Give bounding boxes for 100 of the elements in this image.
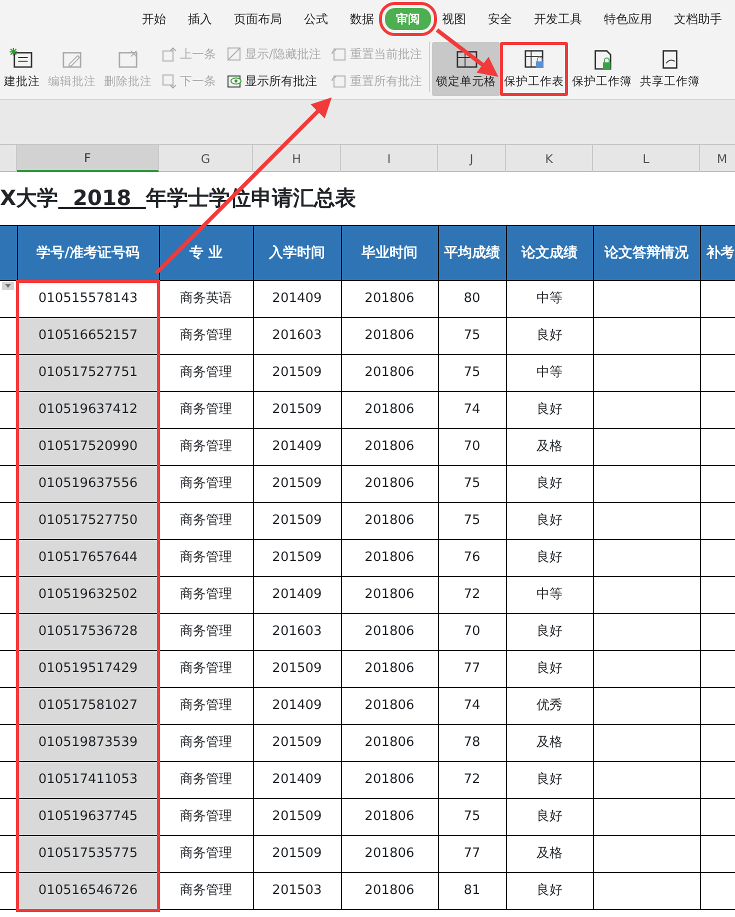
toolbar-button[interactable]: 保护工作簿 [568,42,636,96]
table-cell: 商务管理 [159,540,253,576]
table-cell[interactable]: 010517411053 [17,762,159,798]
table-cell: 74 [438,392,506,428]
comment-reset-icon [331,46,348,62]
ribbon-tab[interactable]: 开始 [131,8,177,30]
arrow-down-icon [161,73,177,89]
table-cell: 商务英语 [159,280,253,318]
table-cell: 201806 [341,724,438,762]
table-cell: 商务管理 [159,688,253,724]
column-header[interactable]: M [700,145,735,172]
table-cell[interactable]: 010519632502 [17,576,159,614]
table-cell: 201806 [341,688,438,724]
arrow-annotation [436,28,498,77]
table-cell: 201806 [341,540,438,576]
table-cell: 201509 [253,354,341,392]
column-header[interactable]: I [341,145,438,172]
table-cell: 201509 [253,836,341,872]
table-cell[interactable]: 010517520990 [17,428,159,466]
table-cell: 201806 [341,428,438,466]
table-cell[interactable]: 010519637556 [17,466,159,502]
table-cell: 201806 [341,466,438,502]
column-heading: 论文成绩 [506,226,593,280]
ribbon-tab[interactable]: 开发工具 [523,8,593,30]
table-cell: 商务管理 [159,428,253,466]
column-header[interactable]: H [253,145,341,172]
table-cell: 商务管理 [159,354,253,392]
table-cell: 80 [438,280,506,318]
table-cell: 优秀 [506,688,593,724]
column-header[interactable]: J [438,145,506,172]
table-cell: 及格 [506,836,593,872]
comment-toggle-icon [226,46,242,62]
toolbar-button[interactable]: 锁定单元格 [432,42,500,96]
table-cell: 201509 [253,540,341,576]
ribbon-tab[interactable]: 页面布局 [223,8,293,30]
table-cell: 商务管理 [159,392,253,428]
column-heading: 平均成绩 [438,226,506,280]
table-cell: 75 [438,318,506,354]
ribbon-tab[interactable]: 插入 [177,8,223,30]
table-cell: 商务管理 [159,836,253,872]
table-cell[interactable]: 010519637412 [17,392,159,428]
table-cell: 74 [438,688,506,724]
table-cell: 201409 [253,688,341,724]
table-cell: 商务管理 [159,614,253,650]
table-cell[interactable]: 010519873539 [17,724,159,762]
column-header[interactable]: F [17,145,159,172]
table-cell: 78 [438,724,506,762]
table-cell: 201409 [253,576,341,614]
table-cell: 良好 [506,392,593,428]
table-cell[interactable]: 010516652157 [17,318,159,354]
table-cell: 良好 [506,762,593,798]
table-cell: 201409 [253,762,341,798]
table-cell[interactable]: 010517527751 [17,354,159,392]
table-cell: 201509 [253,392,341,428]
ribbon-tab[interactable]: 公式 [293,8,339,30]
table-cell: 良好 [506,614,593,650]
toolbar-button[interactable]: 共享工作簿 [636,42,704,96]
table-cell: 201806 [341,318,438,354]
toolbar-button[interactable]: 建批注 [0,42,44,96]
table-cell[interactable]: 010519637745 [17,798,159,836]
ribbon-tab[interactable]: 数据 [339,8,385,30]
table-cell: 良好 [506,650,593,688]
table-cell[interactable]: 010517536728 [17,614,159,650]
table-cell[interactable]: 010517581027 [17,688,159,724]
table-cell: 商务管理 [159,576,253,614]
ribbon-tab[interactable]: 文档助手 [663,8,733,30]
table-cell: 及格 [506,724,593,762]
table-cell[interactable]: 010517535775 [17,836,159,872]
table-cell: 201603 [253,614,341,650]
table-cell: 良好 [506,798,593,836]
column-header[interactable]: L [593,145,700,172]
table-cell[interactable]: 010517527750 [17,502,159,540]
table-cell: 商务管理 [159,318,253,354]
table-cell: 75 [438,354,506,392]
table-cell: 75 [438,466,506,502]
table-cell: 75 [438,502,506,540]
dropdown-icon [2,282,14,290]
table-cell: 商务管理 [159,466,253,502]
table-cell: 商务管理 [159,502,253,540]
column-header[interactable]: K [506,145,593,172]
column-heading: 论文答辩情况 [593,226,700,280]
table-cell[interactable]: 010517657644 [17,540,159,576]
table-cell: 77 [438,836,506,872]
table-cell[interactable]: 010519517429 [17,650,159,688]
column-header[interactable]: G [159,145,253,172]
table-cell: 72 [438,762,506,798]
table-cell: 201509 [253,798,341,836]
column-heading: 专 业 [159,226,253,280]
table-cell: 201409 [253,280,341,318]
toolbar-button[interactable]: 保护工作表 [500,42,568,96]
ribbon-tab[interactable]: 视图 [431,8,477,30]
table-cell: 70 [438,428,506,466]
ribbon-tab[interactable]: 安全 [477,8,523,30]
table-cell: 201806 [341,798,438,836]
table-cell: 201806 [341,650,438,688]
table-cell: 良好 [506,540,593,576]
table-cell: 良好 [506,318,593,354]
ribbon-tab[interactable]: 特色应用 [593,8,663,30]
table-cell[interactable]: 010516546726 [17,872,159,910]
toolbar-button[interactable]: 显示所有批注 [223,69,324,93]
